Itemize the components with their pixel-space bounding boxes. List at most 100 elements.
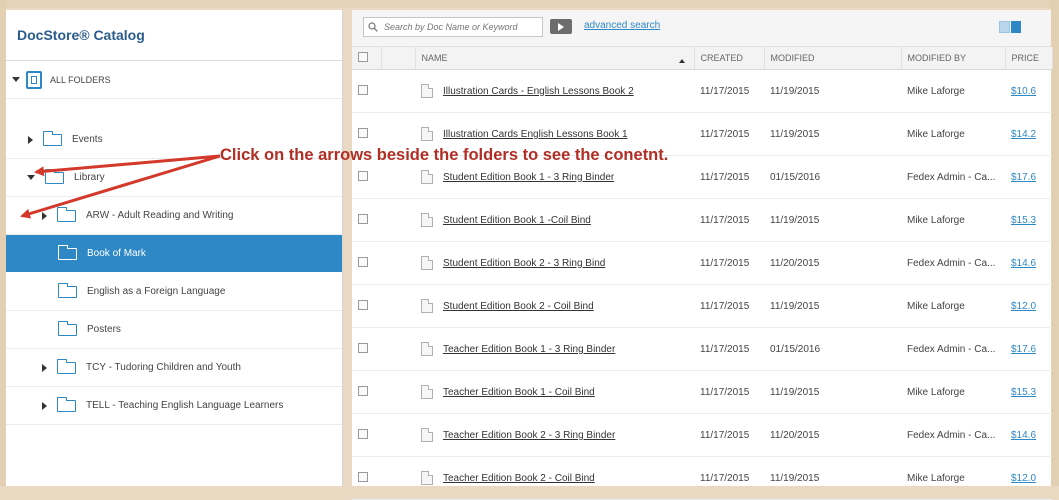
- price-cell[interactable]: $14.2: [1005, 112, 1052, 156]
- table-row[interactable]: Student Edition Book 2 - 3 Ring Bind 11/1…: [352, 241, 1052, 285]
- grid-view-icon[interactable]: [999, 21, 1010, 33]
- document-name-link[interactable]: Student Edition Book 2 - 3 Ring Bind: [443, 258, 605, 269]
- row-checkbox-cell[interactable]: [352, 241, 381, 285]
- row-checkbox[interactable]: [358, 127, 368, 138]
- search-go-button[interactable]: [550, 19, 572, 34]
- select-all-header[interactable]: [352, 47, 382, 70]
- doc-name-cell[interactable]: Teacher Edition Book 2 - 3 Ring Binder: [415, 413, 694, 457]
- price-cell[interactable]: $15.3: [1005, 370, 1052, 414]
- document-name-link[interactable]: Illustration Cards - English Lessons Boo…: [443, 86, 634, 97]
- doc-name-cell[interactable]: Student Edition Book 1 -Coil Bind: [415, 198, 694, 242]
- sort-ascending-icon[interactable]: [678, 59, 685, 63]
- created-column-header[interactable]: CREATED: [694, 47, 765, 70]
- created-cell: 11/17/2015: [694, 155, 764, 199]
- row-checkbox[interactable]: [358, 256, 368, 267]
- document-name-link[interactable]: Student Edition Book 1 - 3 Ring Binder: [443, 172, 614, 183]
- price-cell[interactable]: $12.0: [1005, 456, 1052, 500]
- row-checkbox-cell[interactable]: [352, 413, 381, 457]
- doc-icon-cell: [381, 284, 415, 328]
- price-link[interactable]: $15.3: [1011, 387, 1036, 398]
- price-link[interactable]: $17.6: [1011, 172, 1036, 183]
- document-name-link[interactable]: Teacher Edition Book 2 - 3 Ring Binder: [443, 430, 615, 441]
- document-name-link[interactable]: Student Edition Book 1 -Coil Bind: [443, 215, 591, 226]
- document-name-link[interactable]: Teacher Edition Book 1 - 3 Ring Binder: [443, 344, 615, 355]
- expand-arrow-icon[interactable]: [28, 135, 33, 144]
- document-name-link[interactable]: Teacher Edition Book 1 - Coil Bind: [443, 387, 595, 398]
- price-cell[interactable]: $14.6: [1005, 241, 1052, 285]
- table-row[interactable]: Teacher Edition Book 1 - 3 Ring Binder 11…: [352, 327, 1052, 371]
- price-link[interactable]: $14.2: [1011, 129, 1036, 140]
- modified-by-cell: Mike Laforge: [901, 456, 1005, 500]
- price-link[interactable]: $17.6: [1011, 344, 1036, 355]
- price-link[interactable]: $10.6: [1011, 86, 1036, 97]
- select-all-checkbox[interactable]: [358, 52, 368, 62]
- row-checkbox[interactable]: [358, 428, 368, 439]
- price-cell[interactable]: $10.6: [1005, 69, 1052, 113]
- modified-column-header[interactable]: MODIFIED: [764, 47, 902, 70]
- tree-item-arw[interactable]: ARW - Adult Reading and Writing: [6, 197, 342, 235]
- doc-name-cell[interactable]: Illustration Cards - English Lessons Boo…: [415, 69, 694, 113]
- price-cell[interactable]: $14.6: [1005, 413, 1052, 457]
- tree-item-posters[interactable]: Posters: [6, 311, 342, 349]
- price-cell[interactable]: $17.6: [1005, 327, 1052, 371]
- background-strip-top: [0, 0, 1059, 8]
- expand-arrow-icon[interactable]: [42, 401, 47, 410]
- advanced-search-link[interactable]: advanced search: [584, 20, 660, 31]
- price-cell[interactable]: $15.3: [1005, 198, 1052, 242]
- row-checkbox[interactable]: [358, 385, 368, 396]
- tree-item-all-folders[interactable]: ALL FOLDERS: [6, 61, 342, 99]
- doc-name-cell[interactable]: Teacher Edition Book 1 - Coil Bind: [415, 370, 694, 414]
- doc-name-cell[interactable]: Student Edition Book 2 - 3 Ring Bind: [415, 241, 694, 285]
- table-row[interactable]: Illustration Cards - English Lessons Boo…: [352, 69, 1052, 113]
- price-link[interactable]: $15.3: [1011, 215, 1036, 226]
- row-checkbox-cell[interactable]: [352, 69, 381, 113]
- row-checkbox[interactable]: [358, 299, 368, 310]
- table-row[interactable]: Student Edition Book 2 - Coil Bind 11/17/…: [352, 284, 1052, 328]
- view-toggle[interactable]: [999, 21, 1021, 33]
- search-box[interactable]: [363, 17, 543, 37]
- price-cell[interactable]: $12.0: [1005, 284, 1052, 328]
- expand-arrow-icon[interactable]: [42, 211, 47, 220]
- doc-name-cell[interactable]: Student Edition Book 2 - Coil Bind: [415, 284, 694, 328]
- row-checkbox-cell[interactable]: [352, 327, 381, 371]
- row-checkbox-cell[interactable]: [352, 284, 381, 328]
- price-link[interactable]: $14.6: [1011, 258, 1036, 269]
- doc-name-cell[interactable]: Teacher Edition Book 1 - 3 Ring Binder: [415, 327, 694, 371]
- tree-item-book-of-mark[interactable]: Book of Mark: [6, 235, 342, 272]
- document-name-link[interactable]: Student Edition Book 2 - Coil Bind: [443, 301, 594, 312]
- doc-name-cell[interactable]: Teacher Edition Book 2 - Coil Bind: [415, 456, 694, 500]
- table-row[interactable]: Teacher Edition Book 2 - Coil Bind 11/17/…: [352, 456, 1052, 500]
- row-checkbox[interactable]: [358, 213, 368, 224]
- list-view-icon[interactable]: [1010, 21, 1021, 33]
- row-checkbox[interactable]: [358, 342, 368, 353]
- expand-arrow-icon[interactable]: [27, 175, 35, 180]
- expand-arrow-icon[interactable]: [12, 77, 20, 82]
- document-name-link[interactable]: Teacher Edition Book 2 - Coil Bind: [443, 473, 595, 484]
- tree-item-efl[interactable]: English as a Foreign Language: [6, 273, 342, 311]
- price-link[interactable]: $12.0: [1011, 473, 1036, 484]
- row-checkbox[interactable]: [358, 84, 368, 95]
- price-cell[interactable]: $17.6: [1005, 155, 1052, 199]
- tree-item-tell[interactable]: TELL - Teaching English Language Learner…: [6, 387, 342, 425]
- tree-item-tcy[interactable]: TCY - Tudoring Children and Youth: [6, 349, 342, 387]
- modified-by-cell: Fedex Admin - Ca...: [901, 155, 1005, 199]
- document-name-link[interactable]: Illustration Cards English Lessons Book …: [443, 129, 628, 140]
- search-input[interactable]: [382, 21, 536, 33]
- modified-cell: 11/20/2015: [764, 241, 901, 285]
- price-link[interactable]: $12.0: [1011, 301, 1036, 312]
- modified-by-column-header[interactable]: MODIFIED BY: [901, 47, 1006, 70]
- expand-arrow-icon[interactable]: [42, 363, 47, 372]
- table-row[interactable]: Student Edition Book 1 -Coil Bind 11/17/2…: [352, 198, 1052, 242]
- document-panel: advanced search NAME CREATED MODIFIED MO…: [352, 10, 1053, 500]
- table-row[interactable]: Teacher Edition Book 2 - 3 Ring Binder 11…: [352, 413, 1052, 457]
- row-checkbox[interactable]: [358, 170, 368, 181]
- created-cell: 11/17/2015: [694, 456, 764, 500]
- row-checkbox[interactable]: [358, 471, 368, 482]
- row-checkbox-cell[interactable]: [352, 456, 381, 500]
- price-column-header[interactable]: PRICE: [1005, 47, 1053, 70]
- row-checkbox-cell[interactable]: [352, 198, 381, 242]
- name-column-header[interactable]: NAME: [415, 47, 695, 70]
- table-row[interactable]: Teacher Edition Book 1 - Coil Bind 11/17/…: [352, 370, 1052, 414]
- price-link[interactable]: $14.6: [1011, 430, 1036, 441]
- row-checkbox-cell[interactable]: [352, 370, 381, 414]
